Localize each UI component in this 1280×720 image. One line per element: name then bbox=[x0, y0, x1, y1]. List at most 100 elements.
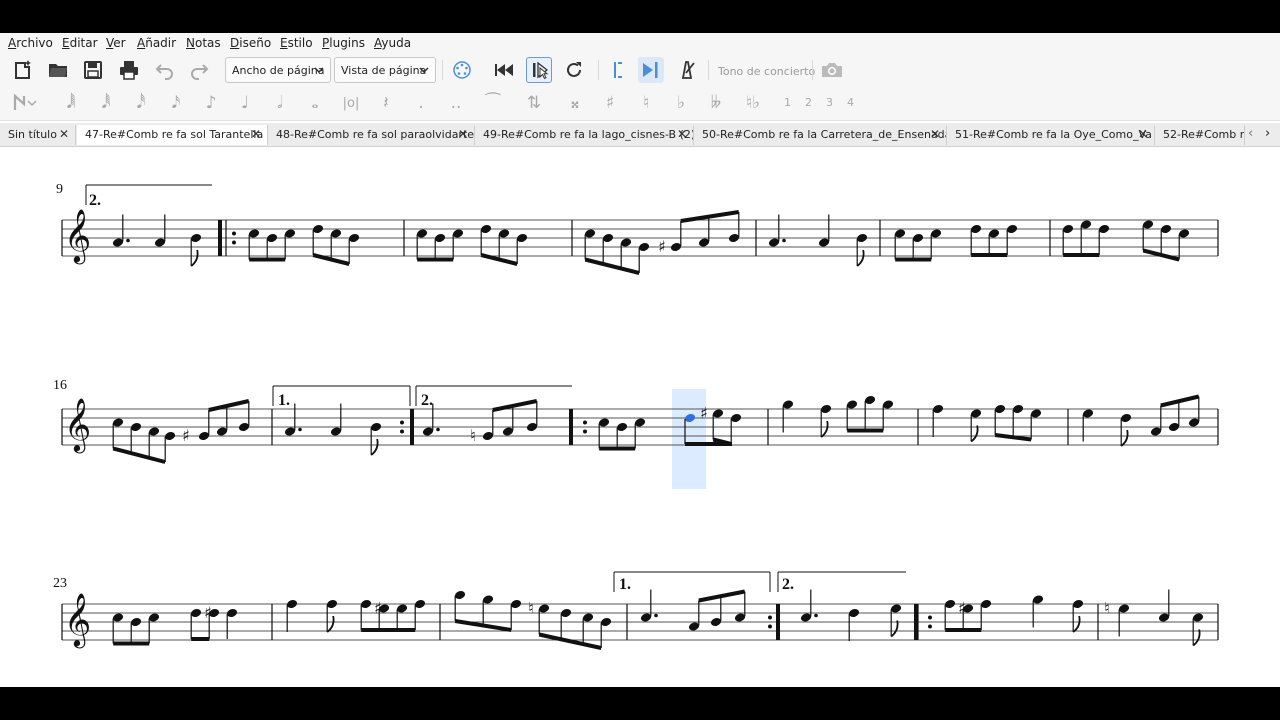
play-icon bbox=[533, 61, 549, 80]
breve-icon: |o| bbox=[342, 95, 360, 111]
natural-icon: ♮ bbox=[642, 93, 650, 113]
voice-2-button[interactable]: 2 bbox=[805, 96, 812, 109]
augmentation-dot bbox=[814, 613, 818, 618]
tab-label: 49-Re#Comb re fa la lago_cisnes-B (2) bbox=[483, 128, 694, 141]
save-button[interactable] bbox=[80, 57, 106, 83]
mixer-button[interactable] bbox=[449, 57, 475, 83]
tab-score-51[interactable]: 51-Re#Comb re fa la Oye_Como_Va ✕ bbox=[947, 125, 1155, 145]
concert-pitch-toggle[interactable]: Tono de concierto bbox=[718, 65, 815, 78]
tab-score-47[interactable]: 47-Re#Comb re fa sol Tarantella ✕ bbox=[77, 125, 268, 145]
close-icon[interactable]: ✕ bbox=[930, 125, 940, 144]
augmentation-dot bbox=[298, 427, 302, 432]
flat-button[interactable]: ♭ bbox=[670, 91, 692, 115]
repeat-dot bbox=[400, 429, 404, 434]
voice-3-button[interactable]: 3 bbox=[826, 96, 833, 109]
metronome-button[interactable] bbox=[674, 57, 700, 83]
tab-score-48[interactable]: 48-Re#Comb re fa sol paraolvidarte ✕ bbox=[268, 125, 475, 145]
flip-direction-button[interactable]: ⇅ bbox=[523, 91, 545, 115]
menu-estilo[interactable]: Estilo bbox=[280, 36, 313, 50]
natural-icon: ♮ bbox=[470, 426, 476, 445]
repeat-dot bbox=[768, 624, 772, 629]
open-button[interactable] bbox=[45, 57, 71, 83]
duration-128th-button[interactable]: 𝅘𝅥𝅲 bbox=[60, 91, 82, 115]
flag bbox=[1192, 629, 1201, 647]
new-score-button[interactable] bbox=[10, 57, 36, 83]
view-mode-combo[interactable]: Vista de página bbox=[334, 57, 436, 83]
chevron-down-icon bbox=[419, 67, 429, 74]
menu-anadir[interactable]: Añadir bbox=[137, 36, 176, 50]
close-icon[interactable]: ✕ bbox=[458, 125, 468, 144]
score-page: 𝄞 𝄞 𝄞 ♯ ♯ ♮ ♯ ♯ ♯ ♮ ♯ ♮ 9 16 23 2. 1. 2. 1. 2. bbox=[53, 182, 1219, 650]
double-flat-button[interactable]: 𝄫 bbox=[705, 91, 727, 115]
duration-eighth-button[interactable]: ♪ bbox=[200, 91, 222, 115]
double-dot-button[interactable]: .. bbox=[445, 91, 467, 115]
menu-notas[interactable]: Notas bbox=[186, 36, 221, 50]
score-canvas[interactable]: 𝄞 𝄞 𝄞 ♯ ♯ ♮ ♯ ♯ ♯ ♮ ♯ ♮ 9 16 23 2. 1. 2. 1. 2. bbox=[0, 147, 1280, 687]
play-button[interactable] bbox=[526, 57, 552, 83]
rewind-button[interactable] bbox=[491, 57, 517, 83]
close-icon[interactable]: ✕ bbox=[677, 125, 687, 144]
toggle-accidental-button[interactable]: ♮♭ bbox=[742, 91, 764, 115]
volta-1-label: 1. bbox=[619, 576, 631, 593]
folder-icon bbox=[49, 64, 67, 77]
tab-score-52[interactable]: 52-Re#Comb re f bbox=[1155, 125, 1245, 145]
menu-ayuda[interactable]: Ayuda bbox=[374, 36, 411, 50]
redo-icon bbox=[191, 64, 209, 80]
undo-icon bbox=[155, 64, 173, 80]
loop-in-button[interactable] bbox=[603, 57, 629, 83]
duration-64th-button[interactable]: 𝅘𝅥𝅱 bbox=[95, 91, 117, 115]
redo-button[interactable] bbox=[186, 57, 212, 83]
volta-2-label: 2. bbox=[421, 392, 433, 409]
voice-1-button[interactable]: 1 bbox=[784, 96, 791, 109]
natural-button[interactable]: ♮ bbox=[635, 91, 657, 115]
staves-layer: 𝄞 𝄞 𝄞 bbox=[61, 184, 1219, 648]
flip-icon: ⇅ bbox=[526, 93, 542, 113]
loop-out-button[interactable] bbox=[638, 57, 664, 83]
undo-button[interactable] bbox=[152, 57, 178, 83]
zoom-combo[interactable]: Ancho de página bbox=[225, 57, 331, 83]
voice-4-button[interactable]: 4 bbox=[847, 96, 854, 109]
note-input-mode-button[interactable] bbox=[12, 91, 42, 115]
tab-score-49[interactable]: 49-Re#Comb re fa la lago_cisnes-B (2) ✕ bbox=[475, 125, 694, 145]
tab-sin-titulo[interactable]: Sin título ✕ bbox=[0, 125, 76, 145]
note-input-toolbar: 𝅘𝅥𝅲 𝅘𝅥𝅱 𝅘𝅥𝅰 𝅘𝅥𝅯 ♪ ♩ 𝅗𝅥 𝅝 |o| 𝄽 . .. ⁀ ⇅ … bbox=[0, 86, 1280, 121]
score-tab-bar: Sin título ✕ 47-Re#Comb re fa sol Tarant… bbox=[0, 123, 1280, 147]
close-icon[interactable]: ✕ bbox=[59, 125, 69, 144]
sharp-icon: ♯ bbox=[605, 93, 615, 113]
close-icon[interactable]: ✕ bbox=[1138, 125, 1148, 144]
double-dot-icon: .. bbox=[450, 93, 462, 113]
menu-plugins[interactable]: Plugins bbox=[322, 36, 365, 50]
menu-archivo[interactable]: Archivo bbox=[8, 36, 53, 50]
duration-32nd-button[interactable]: 𝅘𝅥𝅰 bbox=[130, 91, 152, 115]
duration-half-button[interactable]: 𝅗𝅥 bbox=[269, 91, 291, 115]
128th-note-icon: 𝅘𝅥𝅲 bbox=[66, 93, 76, 113]
duration-16th-button[interactable]: 𝅘𝅥𝅯 bbox=[165, 91, 187, 115]
tab-scroll-right-icon[interactable]: › bbox=[1265, 126, 1270, 141]
volta-2-label: 2. bbox=[89, 192, 101, 209]
tab-score-50[interactable]: 50-Re#Comb re fa la Carretera_de_Ensenad… bbox=[694, 125, 947, 145]
tie-button[interactable]: ⁀ bbox=[482, 91, 504, 115]
image-capture-button[interactable] bbox=[819, 57, 845, 83]
menu-diseno[interactable]: Diseño bbox=[230, 36, 271, 50]
rest-button[interactable]: 𝄽 bbox=[375, 91, 397, 115]
menu-ver[interactable]: Ver bbox=[106, 36, 126, 50]
toolbar-separator bbox=[812, 60, 813, 80]
menu-editar[interactable]: Editar bbox=[62, 36, 98, 50]
loop-button[interactable] bbox=[561, 57, 587, 83]
chevron-down-icon bbox=[314, 67, 324, 74]
tab-scroll-left-icon[interactable]: ‹ bbox=[1248, 126, 1253, 141]
quarter-note-icon: ♩ bbox=[240, 93, 250, 113]
measure-number-16: 16 bbox=[53, 378, 67, 393]
sharp-button[interactable]: ♯ bbox=[599, 91, 621, 115]
double-sharp-button[interactable]: 𝄪 bbox=[564, 91, 586, 115]
printer-icon bbox=[120, 61, 138, 80]
natural-icon: ♮ bbox=[528, 599, 534, 618]
camera-icon bbox=[822, 63, 842, 77]
duration-quarter-button[interactable]: ♩ bbox=[234, 91, 256, 115]
duration-breve-button[interactable]: |o| bbox=[340, 91, 362, 115]
print-button[interactable] bbox=[116, 57, 142, 83]
repeat-dot bbox=[928, 624, 932, 629]
close-icon[interactable]: ✕ bbox=[251, 125, 261, 144]
augmentation-dot-button[interactable]: . bbox=[410, 91, 432, 115]
duration-whole-button[interactable]: 𝅝 bbox=[304, 91, 326, 115]
